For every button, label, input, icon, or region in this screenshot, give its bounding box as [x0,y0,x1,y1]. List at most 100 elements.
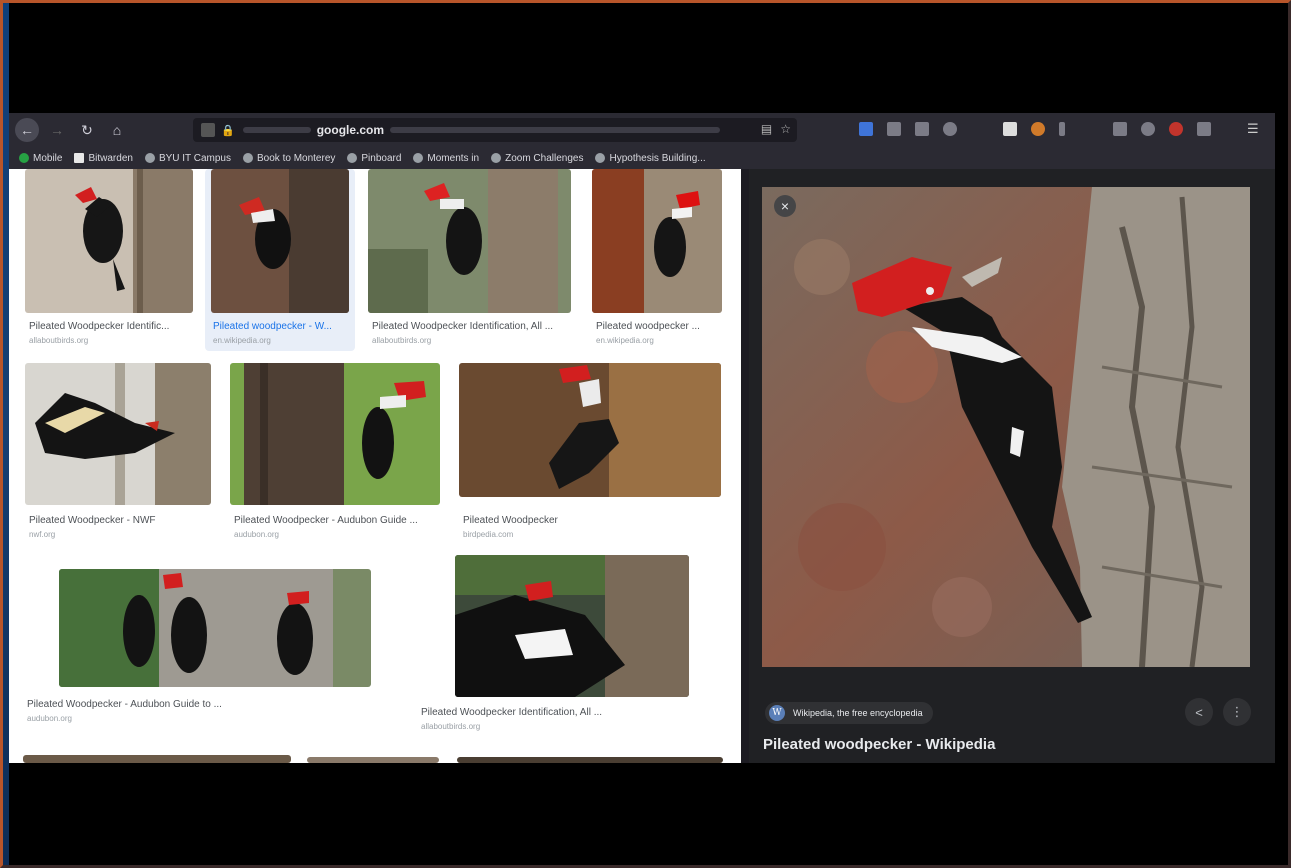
url-path-blur [390,127,721,133]
result-thumbnail[interactable] [592,169,722,313]
close-icon[interactable]: × [774,195,796,217]
globe-icon [347,153,358,163]
image-result[interactable]: Pileated Woodpecker - Audubon Guide to .… [23,555,403,735]
lock-icon: 🔒 [221,124,235,137]
bookmark-item[interactable]: Hypothesis Building... [595,153,706,164]
bookmark-star-icon[interactable]: ☆ [780,122,791,136]
result-title[interactable]: Pileated woodpecker ... [596,321,718,332]
green-dot-icon [19,153,29,163]
result-thumbnail[interactable] [455,555,689,697]
result-thumbnail[interactable] [307,757,439,763]
url-bar[interactable]: 🔒 google.com ▤ ☆ [193,118,797,142]
image-result[interactable]: Pileated Woodpecker Identification, All … [421,555,721,735]
image-result[interactable]: Pileated Woodpecker - NWF nwf.org [25,363,211,543]
bookmark-item[interactable]: Book to Monterey [243,153,335,164]
bookmark-item[interactable]: Mobile [19,153,62,164]
result-title[interactable]: Pileated Woodpecker [463,515,717,526]
preview-image[interactable] [762,187,1250,667]
result-title[interactable]: Pileated Woodpecker - NWF [29,515,207,526]
extension-icon[interactable] [1003,122,1017,136]
home-button[interactable]: ⌂ [105,118,129,142]
account-icon[interactable] [943,122,957,136]
source-link[interactable]: W Wikipedia, the free encyclopedia [765,702,933,724]
woodpecker-image [25,169,193,313]
image-result[interactable]: Pileated woodpecker ... en.wikipedia.org [592,169,722,349]
extension-icon[interactable] [1141,122,1155,136]
forward-button[interactable]: → [45,118,69,142]
square-icon [74,153,85,163]
source-name: Wikipedia, the free encyclopedia [793,708,923,718]
bookmark-item[interactable]: BYU IT Campus [144,153,231,164]
globe-icon [413,153,424,163]
result-title[interactable]: Pileated Woodpecker Identific... [29,321,189,332]
image-result[interactable]: Pileated Woodpecker - Audubon Guide ... … [230,363,440,543]
preview-actions: < ⋮ [1185,698,1251,726]
toolbar-extensions: ☰ [859,122,1261,138]
wikipedia-icon: W [769,705,785,721]
bookmark-item[interactable]: Zoom Challenges [491,153,583,164]
result-thumbnail[interactable] [459,363,721,497]
desktop-edge [0,0,9,868]
result-thumbnail[interactable] [59,569,371,687]
back-button[interactable]: ← [15,118,39,142]
result-title[interactable]: Pileated Woodpecker - Audubon Guide to .… [27,699,399,710]
image-result[interactable]: Pileated Woodpecker birdpedia.com [459,363,721,543]
woodpecker-preview-image [762,187,1250,667]
globe-icon [144,153,155,163]
image-result-selected[interactable]: Pileated woodpecker - W... en.wikipedia.… [205,169,355,351]
sidebar-icon[interactable] [915,122,929,136]
url-prefix-blur [242,127,311,133]
extension-icon[interactable] [1031,122,1045,136]
library-icon[interactable] [887,122,901,136]
image-results-grid: Pileated Woodpecker Identific... allabou… [9,169,741,763]
result-thumbnail[interactable] [211,169,349,313]
result-thumbnail[interactable] [368,169,571,313]
url-host: google.com [316,123,385,137]
bookmark-item[interactable]: Pinboard [347,153,401,164]
result-domain: allaboutbirds.org [29,336,89,345]
extension-icon[interactable] [1059,122,1065,136]
result-domain: audubon.org [234,530,279,539]
result-thumbnail[interactable] [230,363,440,505]
image-result[interactable] [457,757,723,763]
result-title[interactable]: Pileated woodpecker - W... [213,321,349,332]
result-thumbnail[interactable] [25,363,211,505]
globe-icon [491,153,502,163]
bookmark-item[interactable]: Bitwarden [74,153,133,164]
image-result[interactable] [23,755,291,763]
woodpecker-image [459,363,721,497]
result-thumbnail[interactable] [457,757,723,763]
reload-button[interactable]: ↻ [75,118,99,142]
extension-icon[interactable] [1197,122,1211,136]
browser-window: ← → ↻ ⌂ 🔒 google.com ▤ ☆ ☰ Mobile Bitwar… [9,113,1275,763]
result-title[interactable]: Pileated Woodpecker Identification, All … [421,707,717,718]
woodpecker-image [230,363,440,505]
result-domain: audubon.org [27,714,72,723]
more-options-icon[interactable]: ⋮ [1223,698,1251,726]
share-icon[interactable]: < [1185,698,1213,726]
woodpecker-image [211,169,349,313]
extension-icon[interactable] [1113,122,1127,136]
preview-title[interactable]: Pileated woodpecker - Wikipedia [763,736,995,753]
result-domain: en.wikipedia.org [596,336,654,345]
image-result[interactable] [307,757,439,763]
bookmark-item[interactable]: Moments in [413,153,479,164]
globe-icon [243,153,253,163]
result-thumbnail[interactable] [25,169,193,313]
image-result[interactable]: Pileated Woodpecker Identification, All … [368,169,571,349]
image-result[interactable]: Pileated Woodpecker Identific... allabou… [25,169,193,349]
bookmarks-bar: Mobile Bitwarden BYU IT Campus Book to M… [9,147,1275,169]
site-info-icon[interactable] [201,123,215,137]
extension-icon[interactable] [859,122,873,136]
result-title[interactable]: Pileated Woodpecker - Audubon Guide ... [234,515,436,526]
woodpecker-image [368,169,571,313]
result-domain: allaboutbirds.org [372,336,432,345]
result-thumbnail[interactable] [23,755,291,763]
reader-icon[interactable]: ▤ [761,122,772,136]
extension-icon[interactable] [1169,122,1183,136]
menu-icon[interactable]: ☰ [1247,122,1261,136]
result-title[interactable]: Pileated Woodpecker Identification, All … [372,321,567,332]
result-domain: birdpedia.com [463,530,514,539]
result-domain: allaboutbirds.org [421,722,481,731]
woodpecker-image [59,569,371,687]
